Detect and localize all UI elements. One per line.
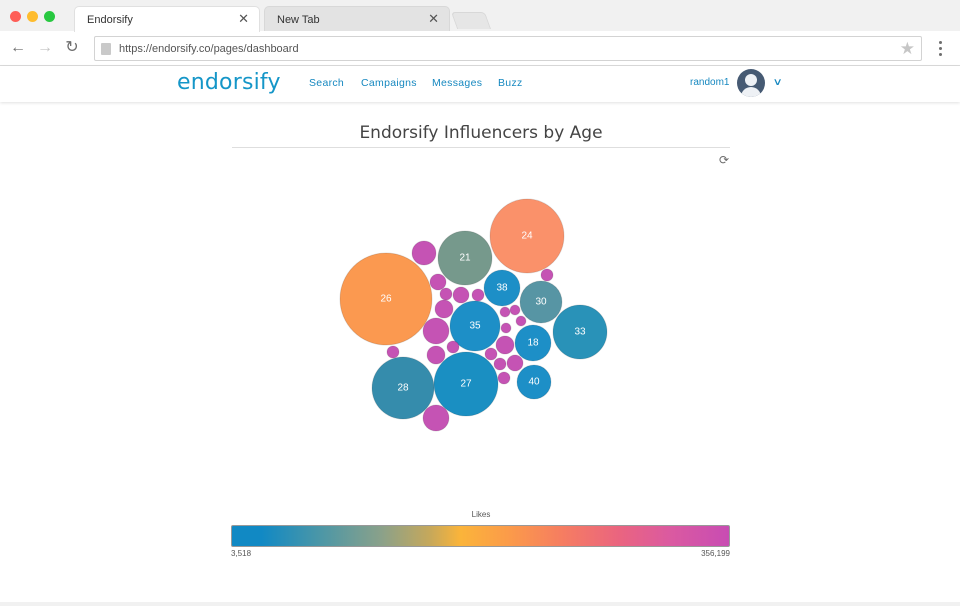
bubble-small[interactable] — [484, 347, 498, 361]
tab-title: Endorsify — [87, 14, 133, 26]
bubble-small[interactable] — [411, 240, 437, 266]
bubble-label: 28 — [397, 383, 409, 394]
minimize-window-button[interactable] — [27, 11, 38, 22]
window-bottom-edge — [0, 602, 960, 606]
bubble-small[interactable] — [422, 317, 450, 345]
legend-title: Likes — [471, 510, 491, 519]
bubble-chart: 26 24 21 38 30 35 33 18 28 27 40 — [339, 198, 608, 432]
bubble-small[interactable] — [497, 371, 511, 385]
browser-menu-icon[interactable] — [934, 39, 946, 57]
bubble-label: 33 — [574, 327, 586, 338]
bubble-small[interactable] — [495, 335, 515, 355]
address-bar[interactable]: https://endorsify.co/pages/dashboard ★ — [94, 36, 922, 61]
likes-color-scale — [231, 525, 730, 547]
bubble-small[interactable] — [426, 345, 446, 365]
close-window-button[interactable] — [10, 11, 21, 22]
bubble-label: 40 — [528, 377, 540, 388]
bubble-small[interactable] — [471, 288, 485, 302]
maximize-window-button[interactable] — [44, 11, 55, 22]
bubble-small[interactable] — [434, 299, 454, 319]
legend-min-value: 3,518 — [231, 549, 252, 558]
bookmark-star-icon[interactable]: ★ — [900, 39, 915, 59]
bubble-small[interactable] — [439, 287, 453, 301]
bubble-small[interactable] — [446, 340, 460, 354]
bubble-label: 21 — [459, 253, 471, 264]
tab-strip: Endorsify ✕ New Tab ✕ — [0, 0, 960, 32]
bubble-small[interactable] — [493, 357, 507, 371]
tab-new-tab[interactable]: New Tab ✕ — [264, 6, 450, 32]
new-tab-button[interactable] — [450, 12, 492, 29]
bubble-small[interactable] — [506, 354, 524, 372]
bubble-small[interactable] — [386, 345, 400, 359]
close-tab-icon[interactable]: ✕ — [238, 12, 249, 25]
bubble-label: 30 — [535, 297, 547, 308]
close-tab-icon[interactable]: ✕ — [428, 12, 439, 25]
forward-arrow-icon[interactable]: → — [36, 39, 54, 57]
bubble-small[interactable] — [509, 304, 521, 316]
tab-title: New Tab — [277, 14, 320, 26]
bubble-label: 26 — [380, 294, 392, 305]
bubble-label: 18 — [527, 338, 539, 349]
reload-icon[interactable]: ↻ — [63, 39, 81, 57]
back-arrow-icon[interactable]: ← — [9, 39, 27, 57]
bubble-small[interactable] — [452, 286, 470, 304]
bubble-label: 38 — [496, 283, 508, 294]
bubble-label: 24 — [521, 231, 533, 242]
bubble-small[interactable] — [500, 322, 512, 334]
bubble-small[interactable] — [422, 404, 450, 432]
browser-toolbar: ← → ↻ https://endorsify.co/pages/dashboa… — [0, 31, 960, 66]
legend-max-value: 356,199 — [701, 549, 730, 558]
bubble-label: 27 — [460, 379, 472, 390]
url-text[interactable]: https://endorsify.co/pages/dashboard — [119, 43, 299, 55]
tab-endorsify[interactable]: Endorsify ✕ — [74, 6, 260, 32]
bubble-small[interactable] — [499, 306, 511, 318]
bubble-small[interactable] — [429, 273, 447, 291]
bubble-small[interactable] — [515, 315, 527, 327]
page-content: endorsify Search Campaigns Messages Buzz… — [0, 66, 960, 602]
browser-window: Endorsify ✕ New Tab ✕ ← → ↻ https://endo… — [0, 0, 960, 606]
bubble-small[interactable] — [540, 268, 554, 282]
bubble-label: 35 — [469, 321, 481, 332]
page-icon — [101, 43, 111, 55]
